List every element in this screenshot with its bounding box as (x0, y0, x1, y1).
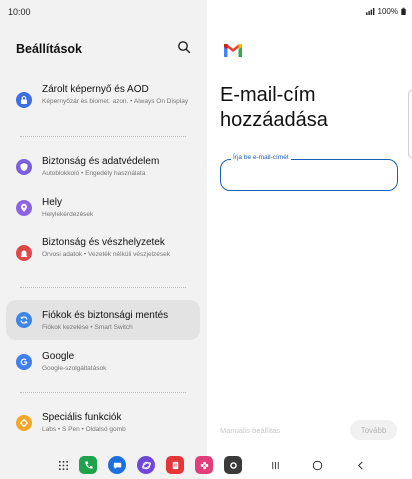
settings-item-title: Fiókok és biztonsági mentés (42, 310, 169, 321)
lock-icon (16, 92, 32, 108)
recent-apps-icon[interactable] (268, 458, 282, 472)
manual-settings-link[interactable]: Manuális beállítás (220, 426, 280, 435)
gallery-app-icon[interactable] (195, 456, 213, 474)
settings-item-subtitle: Helylekérdezések (42, 211, 94, 218)
status-time: 10:00 (8, 7, 31, 17)
internet-app-icon[interactable] (137, 456, 155, 474)
search-icon[interactable] (177, 40, 191, 54)
settings-item-title: Hely (42, 197, 63, 208)
divider (20, 392, 186, 393)
battery-icon (401, 7, 406, 15)
status-indicators: 100% (365, 7, 406, 16)
settings-item-safety-emergency[interactable]: Biztonság és vészhelyzetek Orvosi adatok… (6, 233, 200, 273)
settings-item-title: Speciális funkciók (42, 412, 122, 423)
gear-plus-icon (16, 415, 32, 431)
google-icon (16, 354, 32, 370)
emergency-icon (16, 245, 32, 261)
settings-item-title: Zárolt képernyő és AOD (42, 84, 149, 95)
shield-icon (16, 159, 32, 175)
camera-app-icon[interactable] (224, 456, 242, 474)
next-button[interactable]: Tovább (350, 420, 397, 440)
settings-pane: 10:00 Beállítások Zárolt képernyő és AOD… (0, 0, 207, 479)
settings-item-title: Biztonság és adatvédelem (42, 156, 160, 167)
settings-header: Beállítások (16, 40, 196, 56)
settings-item-subtitle: Google-szolgáltatások (42, 365, 107, 372)
messages-app-icon[interactable] (108, 456, 126, 474)
sync-icon (16, 312, 32, 328)
settings-item-subtitle: Autoblokkoló • Engedély használata (42, 170, 146, 177)
settings-item-subtitle: Fiókok kezelése • Smart Switch (42, 324, 133, 331)
back-icon[interactable] (353, 458, 367, 472)
edge-panel-handle[interactable] (408, 90, 412, 158)
location-icon (16, 200, 32, 216)
phone-app-icon[interactable] (79, 456, 97, 474)
gmail-logo-icon (224, 44, 242, 57)
settings-title: Beállítások (16, 42, 83, 56)
settings-item-google[interactable]: Google Google-szolgáltatások (6, 346, 200, 378)
notes-app-icon[interactable] (166, 456, 184, 474)
home-icon[interactable] (310, 458, 324, 472)
email-setup-pane: 100% E-mail-cím hozzáadása Írja be e-mai… (207, 0, 412, 479)
settings-item-subtitle: Orvosi adatok • Vezeték nélküli vészjelz… (42, 251, 171, 258)
settings-item-security-privacy[interactable]: Biztonság és adatvédelem Autoblokkoló • … (6, 152, 200, 182)
divider (20, 287, 186, 288)
signal-icon (365, 8, 374, 15)
divider (20, 136, 186, 137)
settings-item-title: Biztonság és vészhelyzetek (42, 237, 165, 248)
settings-item-accounts-backup[interactable]: Fiókok és biztonsági mentés Fiókok kezel… (6, 300, 200, 340)
email-field[interactable] (229, 168, 389, 182)
settings-item-advanced-features[interactable]: Speciális funkciók Labs • S Pen • Oldals… (6, 408, 200, 438)
settings-item-title: Google (42, 351, 75, 362)
settings-item-location[interactable]: Hely Helylekérdezések (6, 193, 200, 223)
taskbar (0, 452, 412, 479)
page-title: E-mail-cím hozzáadása (220, 84, 328, 131)
battery-percent: 100% (377, 7, 398, 16)
settings-item-lock-screen[interactable]: Zárolt képernyő és AOD Képernyőzár és bi… (6, 80, 200, 120)
email-field-label: Írja be e-mail-címét (231, 154, 291, 161)
app-drawer-icon[interactable] (56, 458, 70, 472)
settings-item-subtitle: Labs • S Pen • Oldalsó gomb (42, 426, 126, 433)
email-field-container[interactable]: Írja be e-mail-címét (220, 154, 398, 191)
settings-item-subtitle: Képernyőzár és biomet. azon. • Always On… (42, 98, 189, 105)
